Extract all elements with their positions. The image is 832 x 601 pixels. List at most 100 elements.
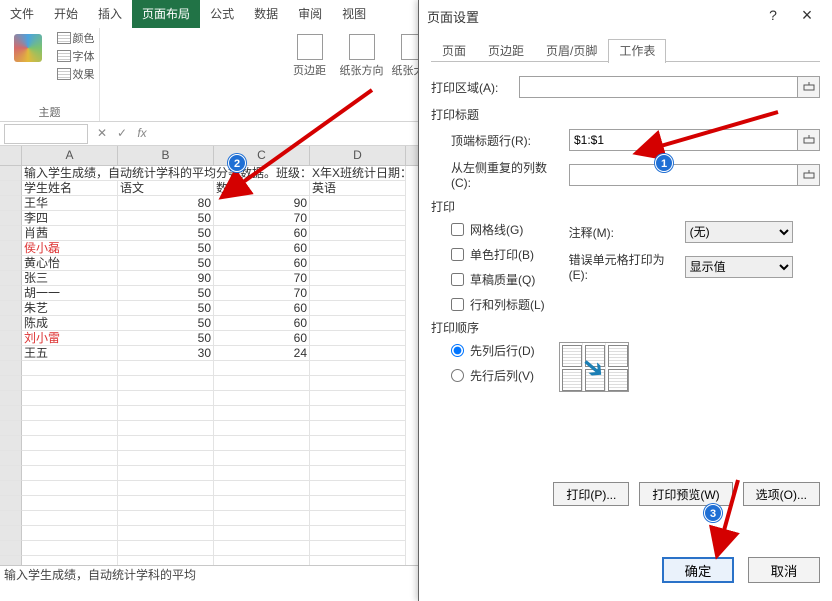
cell[interactable] <box>310 376 406 391</box>
cell[interactable]: 60 <box>214 301 310 316</box>
themes-button[interactable] <box>5 30 51 64</box>
cell[interactable] <box>118 451 214 466</box>
cell[interactable] <box>310 196 406 211</box>
col-header[interactable]: A <box>22 146 118 165</box>
cell[interactable] <box>214 466 310 481</box>
cell[interactable] <box>310 466 406 481</box>
gridlines-checkbox[interactable]: 网格线(G) <box>451 221 545 238</box>
theme-option[interactable]: 效果 <box>57 66 95 82</box>
ribbon-tab[interactable]: 插入 <box>88 0 132 28</box>
cell[interactable] <box>214 451 310 466</box>
top-rows-input[interactable] <box>569 129 798 151</box>
cell[interactable]: 胡一一 <box>22 286 118 301</box>
theme-option[interactable]: 颜色 <box>57 30 95 46</box>
cell[interactable]: 60 <box>214 226 310 241</box>
cell[interactable]: 70 <box>214 271 310 286</box>
cell[interactable] <box>214 406 310 421</box>
preview-button[interactable]: 打印预览(W) <box>639 482 732 506</box>
ribbon-tab[interactable]: 公式 <box>200 0 244 28</box>
cell[interactable]: 24 <box>214 346 310 361</box>
cell[interactable] <box>118 481 214 496</box>
fx-icon[interactable]: fx <box>134 126 150 142</box>
cell[interactable]: 60 <box>214 241 310 256</box>
cell[interactable]: 30 <box>118 346 214 361</box>
cell[interactable] <box>310 301 406 316</box>
cell[interactable] <box>118 466 214 481</box>
cell[interactable] <box>310 316 406 331</box>
cancel-button[interactable]: 取消 <box>748 557 820 583</box>
select-all-corner[interactable] <box>0 146 22 165</box>
cell[interactable]: 王五 <box>22 346 118 361</box>
ribbon-button[interactable]: 页边距 <box>287 30 333 78</box>
ok-button[interactable]: 确定 <box>662 557 734 583</box>
cell[interactable] <box>310 361 406 376</box>
theme-option[interactable]: 字体 <box>57 48 95 64</box>
bw-checkbox[interactable]: 单色打印(B) <box>451 246 545 263</box>
cell[interactable] <box>214 391 310 406</box>
ribbon-tab[interactable]: 页面布局 <box>132 0 200 28</box>
cell[interactable]: 刘小雷 <box>22 331 118 346</box>
cell[interactable] <box>118 406 214 421</box>
cell[interactable] <box>118 526 214 541</box>
cell[interactable]: 数学 <box>214 181 310 196</box>
cell[interactable]: 黄心怡 <box>22 256 118 271</box>
cell[interactable] <box>310 256 406 271</box>
cell[interactable]: 60 <box>214 316 310 331</box>
cell[interactable] <box>118 421 214 436</box>
cell[interactable] <box>22 451 118 466</box>
cell[interactable] <box>310 241 406 256</box>
ribbon-button[interactable]: 纸张方向 <box>339 30 385 78</box>
cell[interactable]: 70 <box>214 286 310 301</box>
headings-checkbox[interactable]: 行和列标题(L) <box>451 296 545 313</box>
cell[interactable]: 英语 <box>310 181 406 196</box>
cell[interactable] <box>22 406 118 421</box>
cell[interactable] <box>214 526 310 541</box>
cell[interactable] <box>310 331 406 346</box>
cell[interactable] <box>22 436 118 451</box>
errors-select[interactable]: 显示值 <box>685 256 793 278</box>
order-down-radio[interactable]: 先列后行(D) <box>451 342 535 359</box>
dialog-tab[interactable]: 页眉/页脚 <box>535 39 608 63</box>
cell[interactable]: 50 <box>118 301 214 316</box>
cell[interactable] <box>22 391 118 406</box>
ribbon-tab[interactable]: 视图 <box>332 0 376 28</box>
cell[interactable]: 50 <box>118 241 214 256</box>
cell[interactable]: 60 <box>214 256 310 271</box>
name-box[interactable] <box>4 124 88 144</box>
cell[interactable]: 王华 <box>22 196 118 211</box>
comments-select[interactable]: (无) <box>685 221 793 243</box>
cell[interactable] <box>310 451 406 466</box>
cell[interactable] <box>214 496 310 511</box>
cell[interactable] <box>118 541 214 556</box>
order-over-radio[interactable]: 先行后列(V) <box>451 367 535 384</box>
help-button[interactable]: ? <box>756 4 790 28</box>
print-button[interactable]: 打印(P)... <box>553 482 629 506</box>
col-header[interactable]: B <box>118 146 214 165</box>
cell[interactable]: 肖茜 <box>22 226 118 241</box>
cell[interactable] <box>310 511 406 526</box>
enter-icon[interactable]: ✓ <box>114 126 130 142</box>
cell[interactable]: 50 <box>118 256 214 271</box>
cell[interactable] <box>118 361 214 376</box>
cell[interactable]: 50 <box>118 316 214 331</box>
cell[interactable] <box>22 361 118 376</box>
collapse-dialog-icon[interactable] <box>798 76 820 98</box>
cell[interactable] <box>118 391 214 406</box>
cell[interactable] <box>22 421 118 436</box>
cell[interactable] <box>22 466 118 481</box>
cell[interactable] <box>214 481 310 496</box>
ribbon-tab[interactable]: 数据 <box>244 0 288 28</box>
cell[interactable] <box>214 541 310 556</box>
cell[interactable] <box>310 406 406 421</box>
cancel-icon[interactable]: ✕ <box>94 126 110 142</box>
close-button[interactable]: × <box>790 4 824 28</box>
cell[interactable] <box>22 526 118 541</box>
print-area-input[interactable] <box>519 76 798 98</box>
dialog-tab[interactable]: 页边距 <box>477 39 535 63</box>
cell[interactable] <box>214 421 310 436</box>
cell[interactable] <box>118 511 214 526</box>
cell[interactable]: 陈成 <box>22 316 118 331</box>
cell[interactable] <box>310 526 406 541</box>
left-cols-input[interactable] <box>569 164 798 186</box>
cell[interactable]: 50 <box>118 286 214 301</box>
